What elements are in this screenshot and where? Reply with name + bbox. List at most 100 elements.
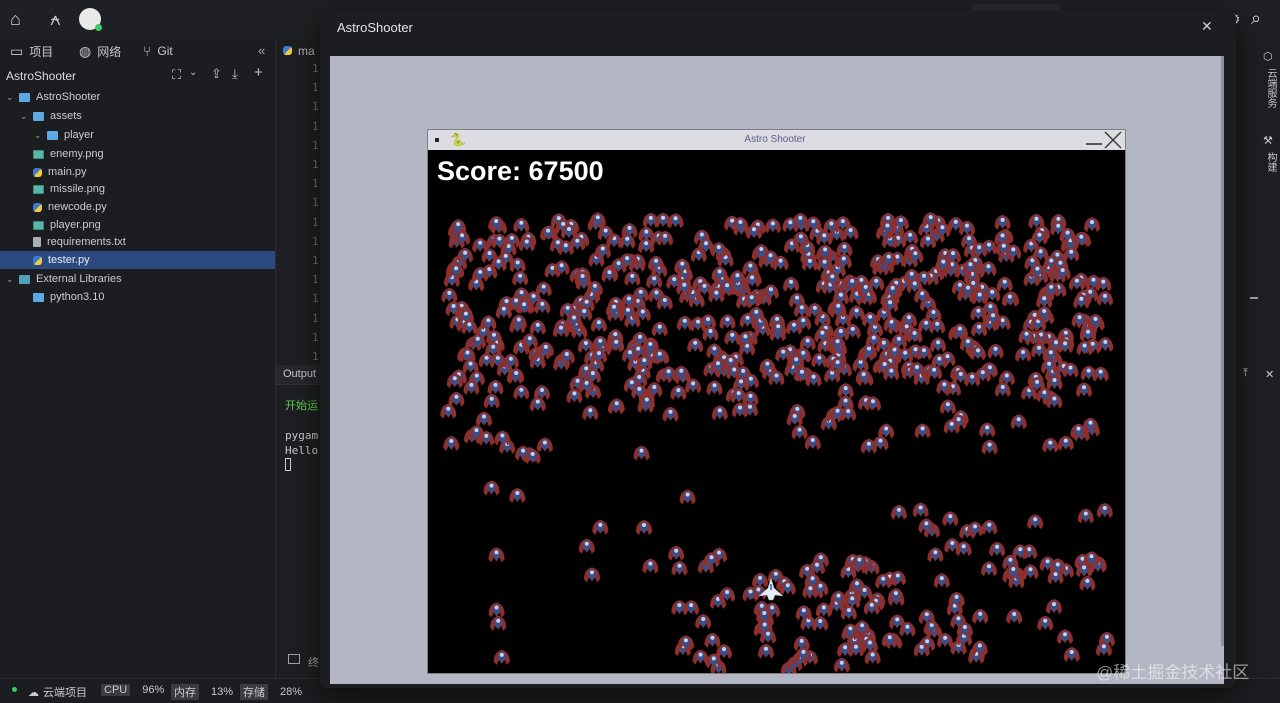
enemy-ship bbox=[1079, 575, 1096, 591]
enemy-ship bbox=[861, 343, 877, 359]
close-icon[interactable]: ✕ bbox=[1201, 18, 1213, 35]
game-field[interactable] bbox=[428, 150, 1125, 673]
tree-item[interactable]: tester.py bbox=[0, 251, 275, 269]
line-number: 1 bbox=[312, 254, 319, 267]
enemy-ship bbox=[972, 608, 989, 624]
line-number: 1 bbox=[312, 350, 319, 363]
cpu-value: 96% bbox=[142, 684, 165, 696]
enemy-ship bbox=[589, 212, 606, 228]
cloud-service-tab[interactable]: 云端服务 bbox=[1263, 68, 1278, 108]
enemy-ship bbox=[488, 602, 505, 618]
collapse-panel-icon[interactable]: « bbox=[258, 43, 265, 58]
tree-item[interactable]: requirements.txt bbox=[0, 233, 275, 251]
minimize-icon[interactable] bbox=[1086, 143, 1102, 145]
enemy-ship bbox=[660, 366, 677, 382]
enemy-ship bbox=[624, 270, 641, 286]
line-number: 1 bbox=[312, 311, 319, 325]
enemy-ship bbox=[862, 311, 879, 327]
enemy-ship bbox=[805, 216, 822, 232]
pin-up-icon[interactable]: ⤒ bbox=[1243, 367, 1248, 380]
scrollbar[interactable] bbox=[1221, 56, 1224, 646]
terminal-tab[interactable]: 终 bbox=[276, 646, 321, 676]
panel-minimize-icon[interactable] bbox=[1250, 297, 1258, 299]
enemy-ship bbox=[655, 212, 672, 228]
enemy-ship bbox=[864, 649, 881, 665]
cube-icon: ⬡ bbox=[1263, 51, 1273, 63]
enemy-ship bbox=[930, 337, 947, 353]
search-icon[interactable]: ⌕ bbox=[1251, 8, 1261, 28]
enemy-ship bbox=[695, 614, 712, 629]
tab-label: 网络 bbox=[97, 45, 122, 59]
python-file-icon bbox=[33, 255, 42, 265]
tab-network[interactable]: ◍ 网络 bbox=[79, 43, 121, 60]
python-file-icon bbox=[283, 46, 292, 55]
enemy-ship bbox=[711, 405, 728, 421]
window-menu-icon[interactable] bbox=[435, 138, 439, 142]
build-tab[interactable]: 构建 bbox=[1263, 152, 1278, 172]
tree-item-label: tester.py bbox=[48, 254, 90, 266]
enemy-ship bbox=[812, 616, 829, 631]
enemy-ship bbox=[1027, 514, 1044, 530]
upload-icon[interactable]: ⇪ bbox=[211, 66, 222, 82]
line-number: 1 bbox=[312, 292, 319, 306]
enemy-ship bbox=[679, 489, 696, 505]
enemy-ship bbox=[817, 244, 834, 260]
tree-item[interactable]: missile.png bbox=[0, 180, 275, 198]
enemy-ship bbox=[1097, 337, 1114, 352]
cloud-project-indicator[interactable]: ☁ 云端项目 bbox=[28, 684, 87, 700]
line-number: 1 bbox=[312, 273, 319, 287]
tree-item[interactable]: ⌄ player bbox=[0, 126, 275, 144]
enemy-ship bbox=[989, 541, 1006, 557]
tab-project[interactable]: ▭ 项目 bbox=[10, 43, 53, 60]
enemy-ship bbox=[476, 411, 492, 427]
enemy-ship bbox=[490, 615, 507, 631]
game-title: Astro Shooter bbox=[744, 134, 806, 145]
tree-item[interactable]: enemy.png bbox=[0, 145, 275, 163]
add-icon[interactable]: + bbox=[254, 64, 263, 81]
chevron-down-icon[interactable]: ⌄ bbox=[20, 111, 30, 122]
tree-item[interactable]: ⌄ AstroShooter bbox=[0, 88, 275, 106]
enemy-ship bbox=[985, 310, 1001, 326]
tree-item[interactable]: ⌄ External Libraries bbox=[0, 270, 275, 288]
close-panel-icon[interactable]: ✕ bbox=[1265, 368, 1274, 381]
enemy-ship bbox=[448, 391, 465, 407]
output-panel-tab[interactable]: Output bbox=[276, 365, 321, 385]
python-file-icon bbox=[33, 202, 42, 212]
game-close-icon[interactable] bbox=[1103, 131, 1123, 149]
expand-icon[interactable]: ⛶ bbox=[172, 67, 181, 83]
line-number: 1 bbox=[312, 119, 319, 133]
tree-item[interactable]: python3.10 bbox=[0, 288, 275, 306]
output-console[interactable]: 开始运 pygam Hello bbox=[276, 386, 321, 644]
chevron-down-icon[interactable]: ⌄ bbox=[6, 274, 16, 285]
line-number: 1 bbox=[312, 81, 319, 95]
enemy-ship bbox=[799, 335, 816, 351]
enemy-ship bbox=[1036, 306, 1053, 321]
tree-item[interactable]: ⌄ assets bbox=[0, 107, 275, 125]
tree-item[interactable]: newcode.py bbox=[0, 198, 275, 216]
globe-icon: ◍ bbox=[79, 43, 92, 59]
enemy-ship bbox=[996, 276, 1013, 292]
enemy-ship bbox=[488, 216, 505, 231]
chevron-down-icon[interactable]: ⌄ bbox=[189, 67, 197, 78]
tree-item[interactable]: player.png bbox=[0, 216, 275, 234]
download-icon[interactable]: ⤓ bbox=[232, 66, 238, 82]
enemy-ship bbox=[918, 609, 935, 625]
enemy-ship bbox=[535, 281, 552, 297]
editor-tab[interactable]: ma bbox=[283, 44, 315, 58]
chevron-down-icon[interactable]: ⌄ bbox=[34, 130, 44, 141]
add-user-icon[interactable]: ⍲ bbox=[50, 9, 61, 29]
folder-icon: ▭ bbox=[10, 43, 24, 59]
tab-git[interactable]: ⑂ Git bbox=[143, 43, 173, 59]
enemy-ship bbox=[1037, 615, 1054, 631]
line-number: 1 bbox=[312, 215, 319, 229]
home-icon[interactable]: ⌂ bbox=[10, 9, 21, 29]
tree-item[interactable]: main.py bbox=[0, 163, 275, 181]
enemy-ship bbox=[1057, 435, 1074, 451]
enemy-ship bbox=[922, 212, 939, 228]
enemy-ship bbox=[981, 561, 997, 577]
chevron-down-icon[interactable]: ⌄ bbox=[6, 92, 16, 103]
enemy-ship bbox=[1063, 647, 1080, 662]
tree-item-label: enemy.png bbox=[50, 148, 104, 160]
enemy-ship bbox=[1028, 213, 1045, 229]
line-number: 1 bbox=[312, 158, 319, 171]
